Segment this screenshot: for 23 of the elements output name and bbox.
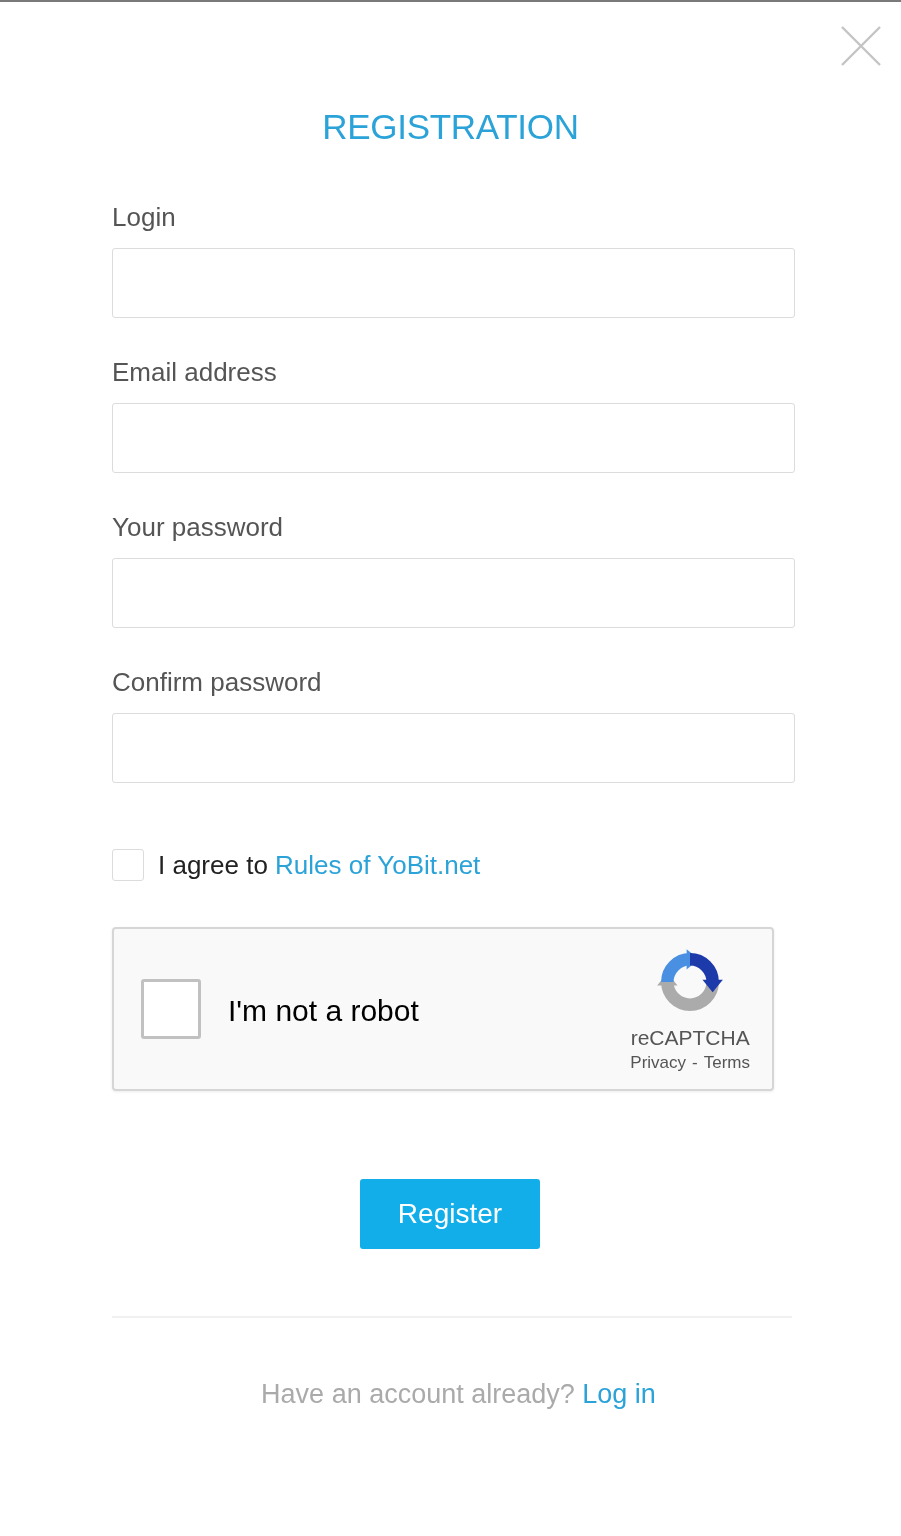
captcha-brand: reCAPTCHA [630, 1025, 750, 1050]
input-field[interactable] [112, 248, 795, 318]
input-field[interactable] [112, 713, 795, 783]
link-separator: - [692, 1052, 698, 1073]
form-title: REGISTRATION [321, 106, 580, 148]
field-label: Login [112, 202, 176, 232]
login-prompt-text: Have an account already? Log in [260, 1378, 657, 1411]
field-label: Your password [112, 512, 284, 542]
agree-checkbox[interactable] [112, 849, 144, 881]
input-field[interactable] [112, 558, 795, 628]
captcha-link[interactable]: Terms [703, 1052, 750, 1073]
login-link[interactable]: Log in [582, 1379, 656, 1409]
agreement-text: I agree to Rules of YoBit.net [158, 849, 481, 881]
close-button[interactable] [841, 26, 881, 66]
captcha-checkbox[interactable] [141, 979, 201, 1039]
field-label: Confirm password [112, 667, 322, 697]
input-field[interactable] [112, 403, 795, 473]
register-button[interactable]: Register [360, 1179, 540, 1249]
rules-link[interactable]: Rules of YoBit.net [275, 850, 481, 880]
field-label: Email address [112, 357, 277, 387]
captcha-link[interactable]: Privacy [630, 1052, 687, 1073]
captcha-label: I'm not a robot [228, 993, 420, 1029]
close-icon [841, 26, 881, 66]
